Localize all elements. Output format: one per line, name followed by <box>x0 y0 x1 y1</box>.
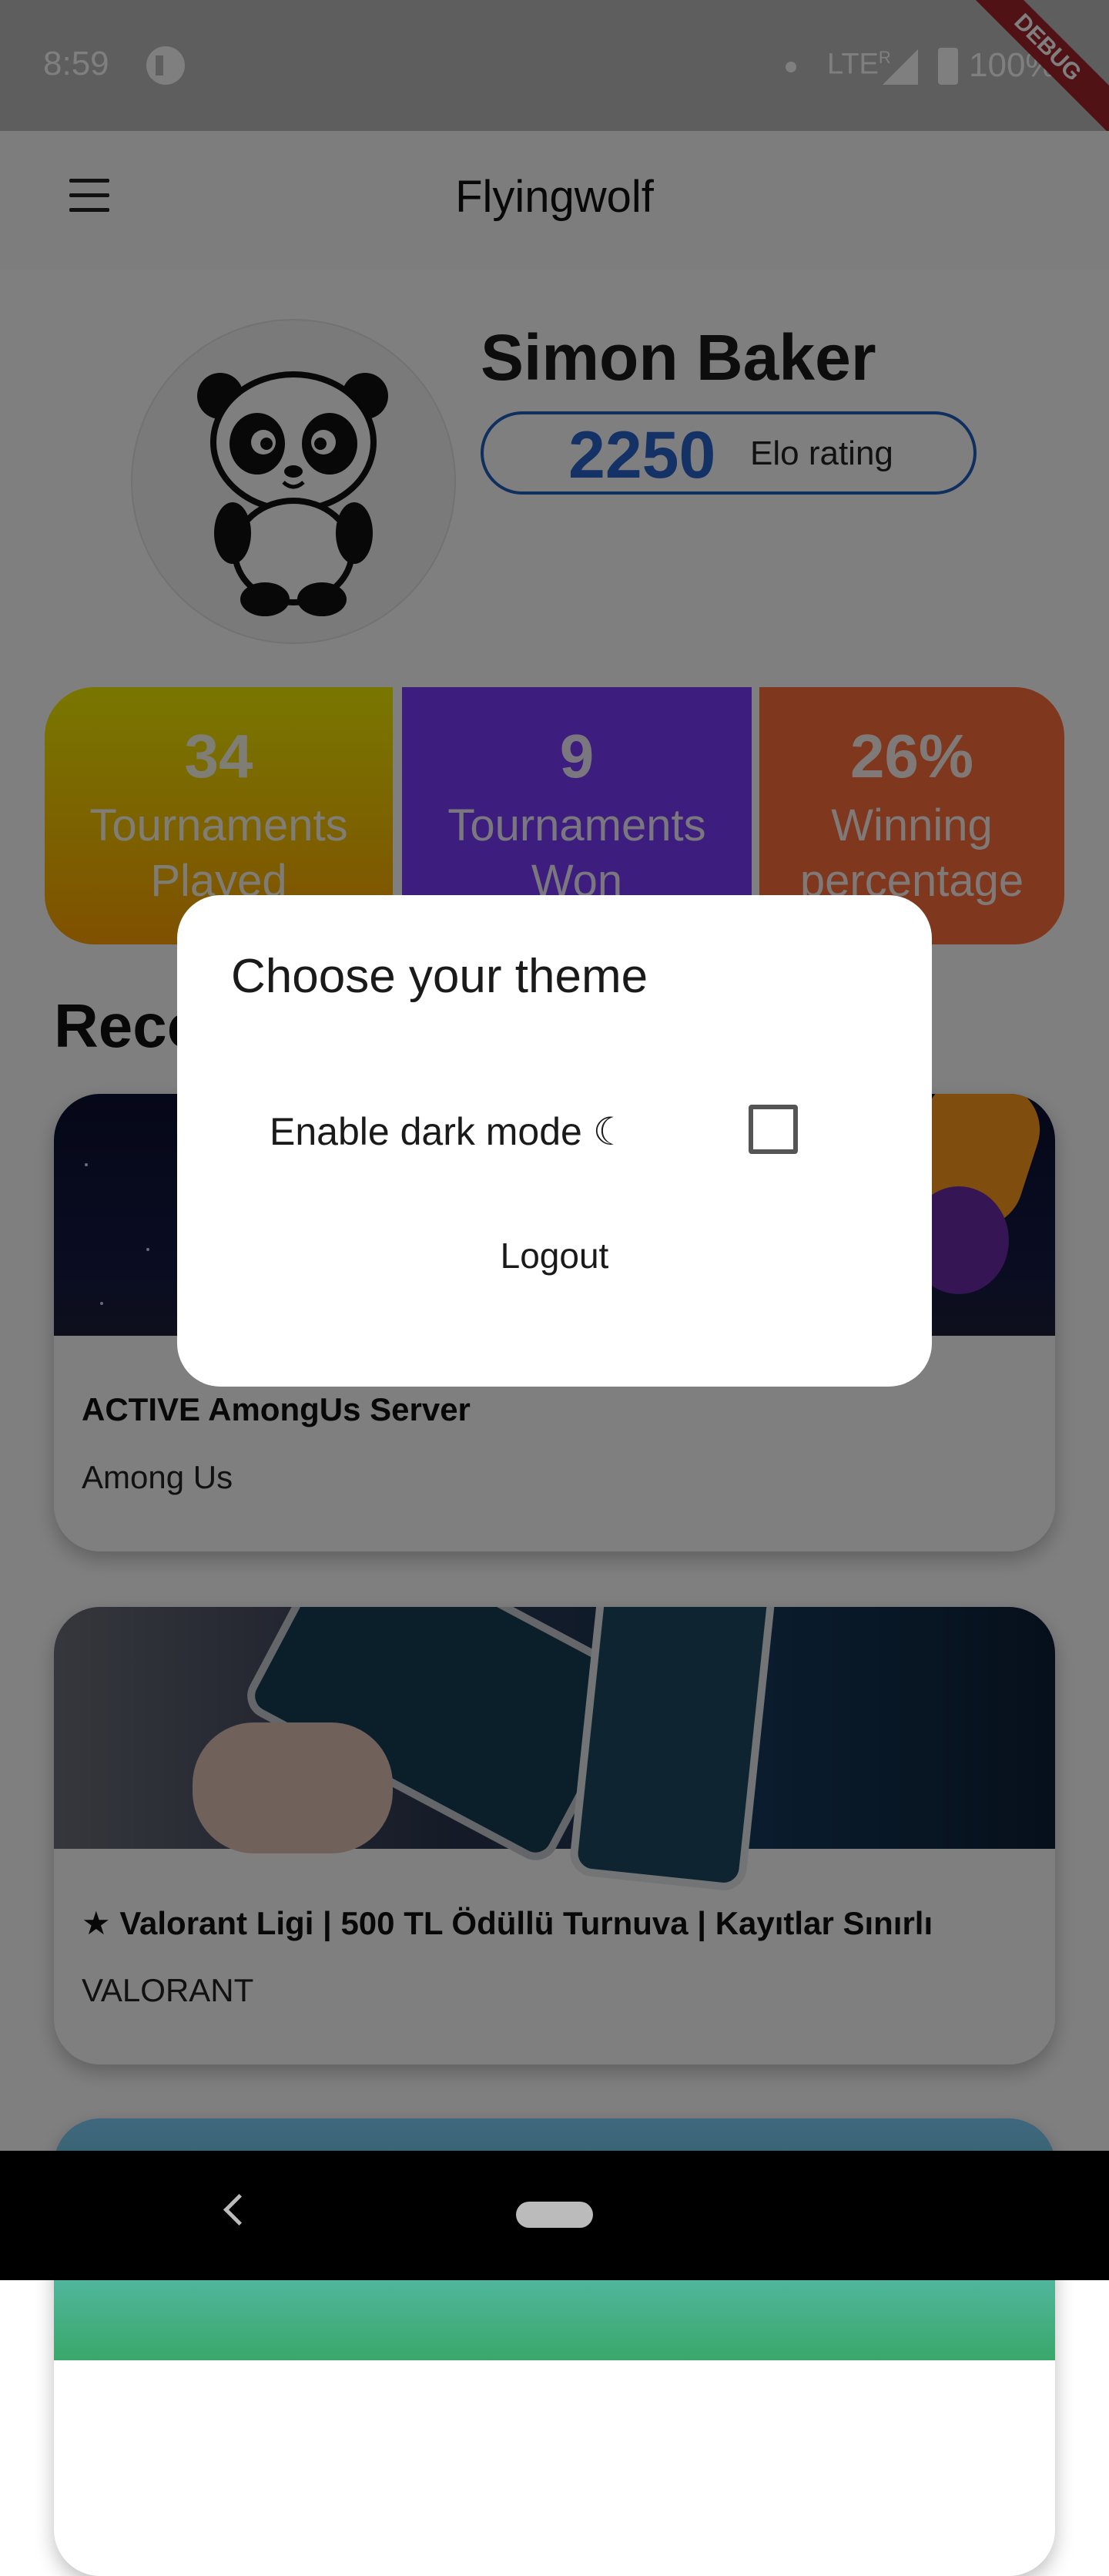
home-pill-icon[interactable] <box>516 2202 593 2228</box>
dark-mode-checkbox[interactable] <box>749 1105 798 1154</box>
theme-dialog: Choose your theme Enable dark mode ☾ Log… <box>177 895 932 1387</box>
dialog-title: Choose your theme <box>231 950 648 1003</box>
dark-mode-label: Enable dark mode ☾ <box>270 1110 628 1153</box>
app-screen: 8:59 LTER 100% DEBUG Flyingwolf <box>0 0 1109 2576</box>
logout-button[interactable]: Logout <box>454 1225 655 1286</box>
